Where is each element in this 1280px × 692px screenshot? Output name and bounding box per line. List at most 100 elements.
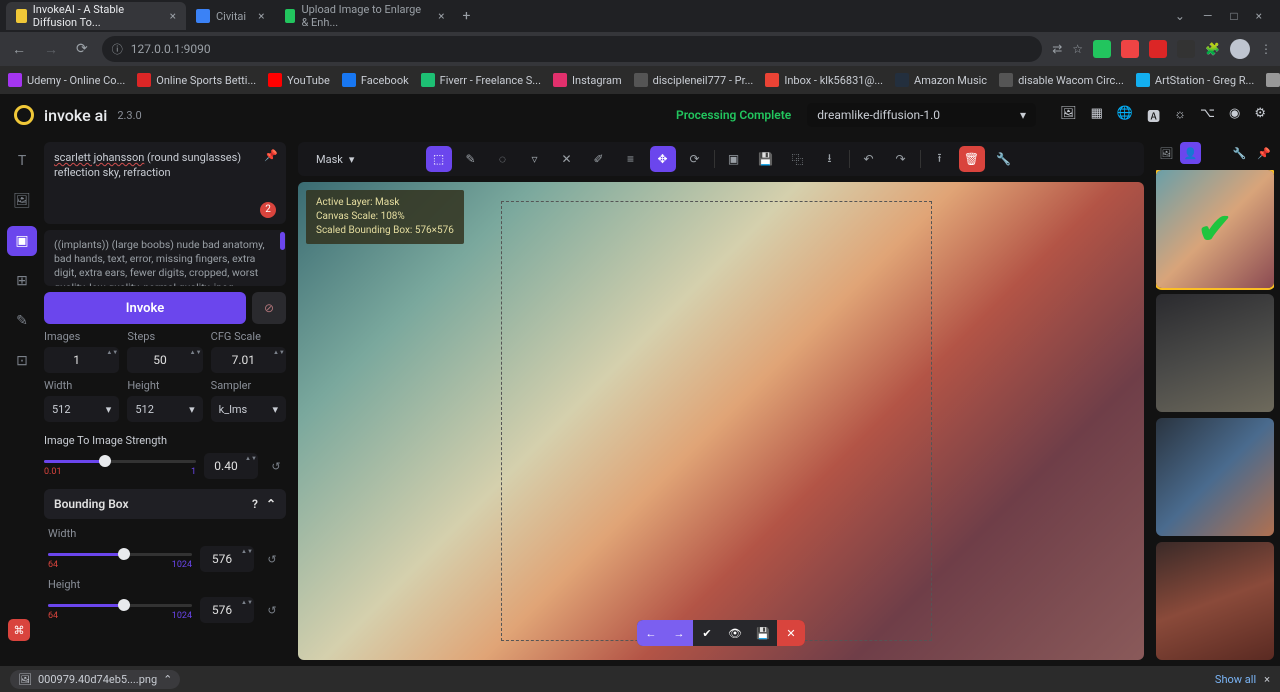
negative-prompt[interactable]: ((implants)) (large boobs) nude bad anat… xyxy=(44,230,286,286)
upload-button[interactable]: ⭱ xyxy=(927,146,953,172)
staging-toggle-button[interactable]: 👁 xyxy=(721,620,749,646)
pencil-tool[interactable]: ✎ xyxy=(458,146,484,172)
gallery-settings-icon[interactable]: 🔧 xyxy=(1229,142,1249,164)
spinner-icon[interactable]: ▲▼ xyxy=(106,349,116,371)
gallery-tab-user[interactable]: 👤 xyxy=(1180,142,1200,164)
gallery-thumb[interactable]: ✔ xyxy=(1156,170,1274,288)
width-select[interactable]: 512▾ xyxy=(44,396,119,422)
gallery-pin-icon[interactable]: 📌 xyxy=(1254,142,1274,164)
reset-button[interactable]: ↺ xyxy=(262,600,282,620)
download-item[interactable]: 🖼 000979.40d74eb5....png ⌃ xyxy=(10,670,180,689)
bookmark-item[interactable]: discipleneil777 - Pr... xyxy=(634,73,754,87)
images-input[interactable]: 1▲▼ xyxy=(44,347,119,373)
canvas-viewport[interactable]: Active Layer: Mask Canvas Scale: 108% Sc… xyxy=(298,182,1144,660)
undo-button[interactable]: ↶ xyxy=(856,146,882,172)
bookmark-item[interactable]: Amazon Music xyxy=(895,73,987,87)
github-icon[interactable]: ⌥ xyxy=(1200,106,1215,125)
invoke-button[interactable]: Invoke xyxy=(44,292,246,324)
browser-tab[interactable]: Civitai × xyxy=(186,2,275,30)
show-all-downloads[interactable]: Show all xyxy=(1215,673,1256,686)
extension-icon[interactable] xyxy=(1093,40,1111,58)
model-select[interactable]: dreamlike-diffusion-1.0 ▾ xyxy=(807,103,1036,127)
bbox-height-slider[interactable]: 64 1024 xyxy=(48,604,192,617)
back-button[interactable]: ← xyxy=(8,37,30,62)
copy-button[interactable]: ⿻ xyxy=(785,146,811,172)
staging-prev-button[interactable]: ← xyxy=(637,620,665,646)
download-button[interactable]: ⭳ xyxy=(817,146,843,172)
url-input[interactable]: ⓘ 127.0.0.1:9090 xyxy=(102,36,1042,62)
bbox-width-input[interactable]: 576▲▼ xyxy=(200,546,254,572)
unified-canvas-tab[interactable]: ▣ xyxy=(7,226,37,256)
nodes-tab[interactable]: ⊞ xyxy=(7,266,37,296)
spinner-icon[interactable]: ▲▼ xyxy=(245,455,255,477)
sampler-select[interactable]: k_lms▾ xyxy=(211,396,286,422)
move-tool[interactable]: ✥ xyxy=(650,146,676,172)
scrollbar[interactable] xyxy=(280,232,285,250)
reload-button[interactable]: ⟳ xyxy=(72,37,92,61)
clear-mask-tool[interactable]: ✕ xyxy=(554,146,580,172)
minimize-icon[interactable]: — xyxy=(1203,9,1212,23)
bookmark-item[interactable]: YouTube xyxy=(268,73,330,87)
steps-input[interactable]: 50▲▼ xyxy=(127,347,202,373)
settings-icon[interactable]: ⚙ xyxy=(1254,106,1266,125)
bookmark-item[interactable]: Facebook xyxy=(342,73,409,87)
language-icon[interactable]: 🅰 xyxy=(1147,106,1160,125)
spinner-icon[interactable]: ▲▼ xyxy=(273,349,283,371)
save-button[interactable]: 💾 xyxy=(753,146,779,172)
i2i-strength-slider[interactable]: 0.01 1 xyxy=(44,460,196,473)
models-icon[interactable]: ▦ xyxy=(1091,106,1103,125)
spinner-icon[interactable]: ▲▼ xyxy=(190,349,200,371)
close-icon[interactable]: × xyxy=(438,9,444,23)
staging-discard-button[interactable]: ✕ xyxy=(777,620,805,646)
gallery-thumb[interactable] xyxy=(1156,294,1274,412)
cfg-input[interactable]: 7.01▲▼ xyxy=(211,347,286,373)
translate-icon[interactable]: ⇄ xyxy=(1052,42,1062,56)
menu-icon[interactable]: ⋮ xyxy=(1260,42,1272,56)
positive-prompt[interactable]: 📌 scarlett johansson (round sunglasses) … xyxy=(44,142,286,224)
bookmark-item[interactable]: Fiverr - Freelance S... xyxy=(421,73,541,87)
colorpicker-tool[interactable]: ✐ xyxy=(586,146,612,172)
profile-avatar[interactable] xyxy=(1230,39,1250,59)
spinner-icon[interactable]: ▲▼ xyxy=(241,548,251,570)
extensions-menu-icon[interactable]: 🧩 xyxy=(1205,42,1220,56)
chevron-up-icon[interactable]: ⌃ xyxy=(163,673,172,686)
site-info-icon[interactable]: ⓘ xyxy=(112,41,123,57)
cancel-button[interactable]: ⊘ xyxy=(252,292,286,324)
browser-tab[interactable]: InvokeAI - A Stable Diffusion To... × xyxy=(6,2,186,30)
close-icon[interactable]: × xyxy=(258,9,264,23)
bookmark-item[interactable]: Udemy - Online Co... xyxy=(8,73,125,87)
options-icon[interactable]: ≡ xyxy=(618,146,644,172)
eraser-tool[interactable]: ◌ xyxy=(490,146,516,172)
globe-icon[interactable]: 🌐 xyxy=(1117,106,1133,125)
bounding-box-overlay[interactable] xyxy=(501,201,932,641)
bookmark-star-icon[interactable]: ☆ xyxy=(1072,42,1083,56)
clear-canvas-button[interactable]: 🗑 xyxy=(959,146,985,172)
theme-icon[interactable]: ☼ xyxy=(1174,106,1186,125)
extension-icon[interactable] xyxy=(1177,40,1195,58)
merge-button[interactable]: ▣ xyxy=(721,146,747,172)
dev-console-toggle[interactable]: ⌘ xyxy=(8,619,30,641)
bookmark-item[interactable]: ArtStation - Greg R... xyxy=(1136,73,1254,87)
bookmark-item[interactable]: Inbox - klk56831@... xyxy=(765,73,883,87)
chevron-down-icon[interactable]: ⌄ xyxy=(1175,9,1185,23)
help-icon[interactable]: ? xyxy=(252,497,258,511)
staging-next-button[interactable]: → xyxy=(665,620,693,646)
postprocess-tab[interactable]: ✎ xyxy=(7,306,37,336)
img2img-tab[interactable]: 🖼 xyxy=(7,186,37,216)
bookmark-item[interactable]: disable Wacom Circ... xyxy=(999,73,1124,87)
staging-save-button[interactable]: 💾 xyxy=(749,620,777,646)
layer-select[interactable]: Mask▾ xyxy=(308,149,362,170)
bookmark-item[interactable]: Instagram xyxy=(553,73,622,87)
image-icon[interactable]: 🖼 xyxy=(1060,106,1077,125)
bounding-box-header[interactable]: Bounding Box ?⌃ xyxy=(44,489,286,519)
bookmark-item[interactable]: Neil Fontaine | CGS... xyxy=(1266,73,1280,87)
canvas-settings-button[interactable]: 🔧 xyxy=(991,146,1017,172)
reset-button[interactable]: ↺ xyxy=(262,549,282,569)
maximize-icon[interactable]: □ xyxy=(1230,9,1237,23)
extension-icon[interactable] xyxy=(1149,40,1167,58)
pin-icon[interactable]: 📌 xyxy=(264,148,278,163)
spinner-icon[interactable]: ▲▼ xyxy=(241,599,251,621)
brush-tool[interactable]: ⬚ xyxy=(426,146,452,172)
gallery-thumb[interactable] xyxy=(1156,418,1274,536)
txt2img-tab[interactable]: T xyxy=(7,146,37,176)
